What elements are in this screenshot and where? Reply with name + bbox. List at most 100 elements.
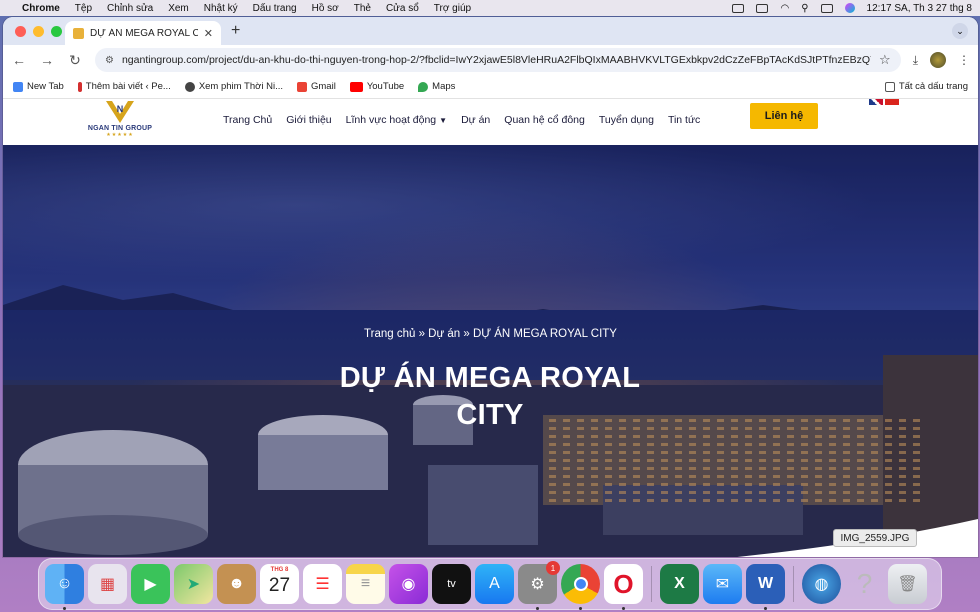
trash-icon[interactable]: 🗑 — [888, 564, 927, 604]
tab-active[interactable]: DỰ ÁN MEGA ROYAL CITY - N ✕ — [65, 21, 221, 45]
macos-dock: ☺ ▦ ▶ ➤ ☻ THG 8 27 ☰ ≡ ◉ tv A ⚙ 1 O X ✉ W… — [38, 558, 942, 610]
wifi-icon[interactable]: ◠ — [780, 3, 789, 14]
close-tab-icon[interactable]: ✕ — [204, 27, 213, 40]
new-tab-button[interactable]: + — [231, 22, 240, 40]
menu-help[interactable]: Trợ giúp — [434, 3, 471, 14]
forward-arrow-icon[interactable]: → — [39, 52, 55, 68]
menu-view[interactable]: Xem — [168, 3, 189, 14]
menu-history[interactable]: Nhật ký — [204, 3, 238, 14]
menu-bookmarks[interactable]: Dấu trang — [253, 3, 297, 14]
ngan-tin-group-logo[interactable]: N NGAN TIN GROUP ★★★★★ — [85, 99, 155, 143]
google-icon — [13, 81, 23, 92]
menu-file[interactable]: Tệp — [75, 3, 92, 14]
macos-menubar: Chrome Tệp Chỉnh sửa Xem Nhật ký Dấu tra… — [0, 0, 980, 16]
excel-icon[interactable]: X — [660, 564, 699, 604]
nav-projects[interactable]: Dự án — [461, 114, 490, 126]
site-favicon-icon — [73, 27, 84, 39]
input-source-icon[interactable] — [732, 3, 745, 13]
calendar-day: 27 — [268, 575, 291, 596]
bookmark-item-movies[interactable]: Xem phim Thời Ni... — [184, 81, 283, 92]
logo-stars: ★★★★★ — [106, 132, 134, 138]
notes-icon[interactable]: ≡ — [346, 564, 385, 604]
folder-icon — [884, 81, 895, 92]
bookmark-item-maps[interactable]: Maps — [418, 81, 455, 92]
question-mark-icon[interactable]: ? — [845, 564, 884, 604]
contacts-icon[interactable]: ☻ — [217, 564, 256, 604]
bookmark-item-youtube[interactable]: YouTube — [349, 81, 404, 92]
spotlight-search-icon[interactable]: ⚲ — [801, 3, 808, 14]
language-switcher — [869, 99, 899, 105]
bookmark-item-new-tab[interactable]: New Tab — [13, 81, 64, 92]
menu-profiles[interactable]: Hồ sơ — [312, 3, 339, 14]
globe-folder-icon[interactable]: ◍ — [802, 564, 841, 604]
running-indicator — [62, 607, 66, 610]
dock-separator — [651, 566, 652, 602]
hero-banner: Trang chủ » Dự án » DỰ ÁN MEGA ROYAL CIT… — [3, 145, 978, 557]
battery-icon[interactable] — [756, 3, 769, 13]
url-text[interactable]: ngantingroup.com/project/du-an-khu-do-th… — [122, 54, 871, 66]
app-store-icon[interactable]: A — [475, 564, 514, 604]
maps-icon[interactable]: ➤ — [174, 564, 213, 604]
address-bar[interactable]: ⚙ ngantingroup.com/project/du-an-khu-do-… — [95, 48, 901, 72]
word-icon[interactable]: W — [746, 564, 785, 610]
back-arrow-icon[interactable]: ← — [11, 52, 27, 68]
nav-fields[interactable]: Lĩnh vực hoạt động ▼ — [346, 114, 447, 126]
nav-shareholders[interactable]: Quan hệ cổ đông — [504, 114, 585, 126]
chrome-icon[interactable] — [561, 564, 600, 610]
zoom-window-button[interactable] — [51, 26, 62, 37]
apple-tv-icon[interactable]: tv — [432, 564, 471, 604]
reminders-icon[interactable]: ☰ — [303, 564, 342, 604]
svg-text:N: N — [117, 104, 124, 114]
chrome-center — [573, 577, 588, 591]
download-icon[interactable]: ⤓ — [913, 53, 918, 68]
launchpad-icon[interactable]: ▦ — [88, 564, 127, 604]
running-indicator — [763, 607, 767, 610]
file-tooltip: IMG_2559.JPG — [833, 529, 917, 547]
tab-search-chevron-icon[interactable]: ⌄ — [952, 23, 968, 39]
bookmark-item-gmail[interactable]: Gmail — [297, 81, 336, 92]
system-settings-icon[interactable]: ⚙ 1 — [518, 561, 560, 610]
vietnam-flag-icon[interactable] — [885, 99, 899, 105]
menu-tab[interactable]: Thẻ — [354, 3, 371, 14]
tab-title: DỰ ÁN MEGA ROYAL CITY - N — [90, 27, 198, 39]
uk-flag-icon[interactable] — [869, 99, 883, 105]
bookmark-item-post[interactable]: Thêm bài viết ‹ Pe... — [77, 81, 171, 92]
bookmark-star-icon[interactable]: ☆ — [879, 52, 891, 68]
kebab-menu-icon[interactable]: ⋮ — [958, 53, 970, 67]
contact-button[interactable]: Liên hệ — [750, 103, 818, 129]
running-indicator — [578, 607, 582, 610]
webpage: N NGAN TIN GROUP ★★★★★ Trang Chủ Giới th… — [3, 99, 978, 557]
nav-fields-label: Lĩnh vực hoạt động — [345, 114, 437, 126]
close-window-button[interactable] — [15, 26, 26, 37]
facetime-icon[interactable]: ▶ — [131, 564, 170, 604]
site-info-icon[interactable]: ⚙ — [105, 55, 114, 66]
caret-down-icon: ▼ — [439, 116, 448, 125]
tab-strip: DỰ ÁN MEGA ROYAL CITY - N ✕ + ⌄ — [3, 17, 978, 45]
nav-home[interactable]: Trang Chủ — [223, 114, 272, 126]
podcasts-icon[interactable]: ◉ — [389, 564, 428, 604]
menubar-clock[interactable]: 12:17 SA, Th 3 27 thg 8 — [867, 3, 972, 14]
reload-icon[interactable]: ↻ — [67, 52, 83, 69]
menu-edit[interactable]: Chỉnh sửa — [107, 3, 153, 14]
control-center-icon[interactable] — [820, 3, 833, 13]
opera-icon[interactable]: O — [604, 564, 643, 610]
breadcrumb[interactable]: Trang chủ » Dự án » DỰ ÁN MEGA ROYAL CIT… — [3, 328, 978, 340]
all-bookmarks-button[interactable]: Tất cả dấu trang — [884, 81, 968, 92]
minimize-window-button[interactable] — [33, 26, 44, 37]
mail-icon[interactable]: ✉ — [703, 564, 742, 604]
nav-about[interactable]: Giới thiệu — [286, 114, 331, 126]
siri-icon[interactable] — [844, 3, 855, 13]
finder-icon[interactable]: ☺ — [45, 564, 84, 610]
bookmark-bars-icon — [77, 81, 82, 92]
nav-careers[interactable]: Tuyển dụng — [599, 114, 654, 126]
calendar-month: THG 8 — [270, 567, 289, 573]
bookmarks-bar: New Tab Thêm bài viết ‹ Pe... Xem phim T… — [3, 75, 978, 99]
logo-text: NGAN TIN GROUP — [87, 125, 153, 132]
menu-window[interactable]: Cửa sổ — [386, 3, 419, 14]
youtube-icon — [349, 81, 363, 92]
profile-avatar[interactable] — [930, 52, 946, 68]
calendar-icon[interactable]: THG 8 27 — [260, 564, 299, 604]
nav-news[interactable]: Tin tức — [668, 114, 700, 126]
maps-pin-icon — [418, 81, 429, 92]
menu-app-name[interactable]: Chrome — [22, 3, 60, 14]
